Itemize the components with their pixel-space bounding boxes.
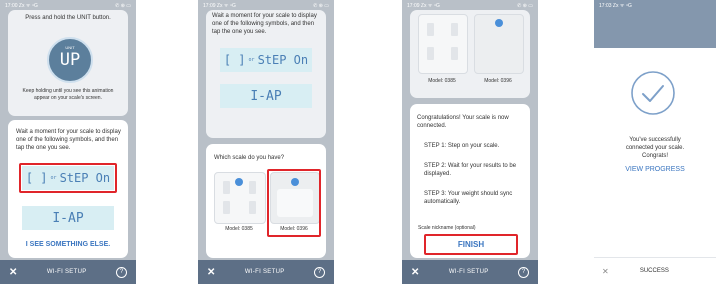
scale-pad-icon: [451, 23, 458, 36]
check-circle-icon: [630, 70, 676, 116]
scale-pad-icon: [223, 181, 230, 194]
view-progress-link[interactable]: VIEW PROGRESS: [594, 166, 716, 173]
help-icon[interactable]: ?: [314, 266, 325, 278]
status-bar: 17:03 Zx ᯤ ⁴G: [594, 0, 716, 12]
scale-pad-icon: [249, 181, 256, 194]
footer-title: SUCCESS: [639, 268, 669, 274]
close-icon[interactable]: ✕: [207, 267, 215, 278]
close-icon[interactable]: ✕: [602, 267, 609, 276]
screen-connected: 17:09 Zx ᯤ ⁴G ✆ ⊛ ▭ Model: 0385 Model: 0…: [402, 0, 538, 284]
finish-button[interactable]: FINISH: [424, 240, 518, 249]
scale-models-card: Model: 0385 Model: 0396: [410, 10, 530, 98]
success-line-3: Congrats!: [641, 153, 668, 159]
lcd-option-step-on[interactable]: [ ] or StEP On: [220, 48, 312, 72]
success-line-2: connected your scale.: [625, 145, 685, 151]
status-icons: ✆ ⊛ ▭: [517, 3, 533, 9]
status-time: 17:00 Zx ᯤ ⁴G: [5, 3, 38, 9]
screen-unit-setup: 17:00 Zx ᯤ ⁴G ✆ ⊛ ▭ Press and hold the U…: [0, 0, 136, 284]
bottom-nav: ✕ WI-FI SETUP ?: [0, 260, 136, 284]
scale-option-0385[interactable]: [214, 172, 266, 224]
instruction-top: Press and hold the UNIT button.: [25, 15, 111, 21]
help-icon[interactable]: ?: [518, 266, 529, 278]
scale-0385-image: [418, 14, 468, 74]
scale-choice-card: Which scale do you have? Model: 0385 Mod…: [206, 144, 326, 258]
model-0385-label: Model: 0385: [225, 226, 253, 232]
screen-success: 17:03 Zx ᯤ ⁴G You've successfully connec…: [594, 0, 716, 284]
lcd-option-iap[interactable]: I-AP: [220, 84, 312, 108]
status-time: 17:03 Zx ᯤ ⁴G: [599, 3, 632, 9]
scale-pad-icon: [451, 47, 458, 60]
something-else-link[interactable]: I SEE SOMETHING ELSE.: [8, 241, 128, 248]
model-0396-label: Model: 0396: [484, 78, 512, 84]
nav-title: WI-FI SETUP: [244, 269, 285, 275]
symbol-card: Wait a moment for your scale to display …: [206, 10, 326, 138]
status-icons: ✆ ⊛ ▭: [115, 3, 131, 9]
question-text: Which scale do you have?: [214, 155, 285, 161]
scale-pad-icon: [427, 23, 434, 36]
unit-instruction-card: Press and hold the UNIT button. UNIT UP …: [8, 10, 128, 116]
scale-display-icon: [495, 19, 503, 27]
keep-holding-text: Keep holding until you see this animatio…: [22, 88, 114, 101]
scale-pad-icon: [249, 201, 256, 214]
close-icon[interactable]: ✕: [411, 267, 419, 278]
symbol-choice-card: Wait a moment for your scale to display …: [8, 120, 128, 258]
status-time: 17:09 Zx ᯤ ⁴G: [203, 3, 236, 9]
scale-0396-image: [474, 14, 524, 74]
close-icon[interactable]: ✕: [9, 267, 17, 278]
status-icons: ✆ ⊛ ▭: [313, 3, 329, 9]
highlight-box: [19, 163, 117, 193]
nav-title: WI-FI SETUP: [46, 269, 87, 275]
lcd-symbol-brackets: [ ]: [223, 53, 246, 67]
step-2-text: STEP 2: Wait for your results to be disp…: [424, 163, 517, 177]
unit-glyph: UP: [59, 50, 81, 70]
lcd-symbol-step-on: StEP On: [257, 53, 309, 67]
wait-text: Wait a moment for your scale to display …: [212, 13, 317, 35]
step-1-text: STEP 1: Step on your scale.: [424, 143, 500, 149]
success-footer: ✕ SUCCESS: [594, 258, 716, 284]
nickname-field[interactable]: Scale nickname (optional): [418, 224, 524, 232]
success-sheet: You've successfully connected your scale…: [594, 48, 716, 284]
wait-text: Wait a moment for your scale to display …: [16, 129, 121, 151]
congrats-text: Congratulations! Your scale is now conne…: [417, 115, 509, 129]
step-3-text: STEP 3: Your weight should sync automati…: [424, 191, 513, 205]
success-line-1: You've successfully: [629, 137, 681, 143]
screen-select-scale: 17:09 Zx ᯤ ⁴G ✆ ⊛ ▭ Wait a moment for yo…: [198, 0, 334, 284]
bottom-nav: ✕ WI-FI SETUP ?: [198, 260, 334, 284]
status-time: 17:09 Zx ᯤ ⁴G: [407, 3, 440, 9]
connected-card: Congratulations! Your scale is now conne…: [410, 104, 530, 258]
unit-button-icon: UNIT UP: [47, 37, 93, 83]
nav-title: WI-FI SETUP: [448, 269, 489, 275]
model-0385-label: Model: 0385: [428, 78, 456, 84]
lcd-or: or: [248, 57, 255, 63]
highlight-box: [267, 169, 321, 237]
bottom-nav: ✕ WI-FI SETUP ?: [402, 260, 538, 284]
help-icon[interactable]: ?: [116, 266, 127, 278]
lcd-option-iap[interactable]: I-AP: [22, 206, 114, 230]
scale-pad-icon: [427, 47, 434, 60]
scale-display-icon: [235, 178, 243, 186]
scale-pad-icon: [223, 201, 230, 214]
